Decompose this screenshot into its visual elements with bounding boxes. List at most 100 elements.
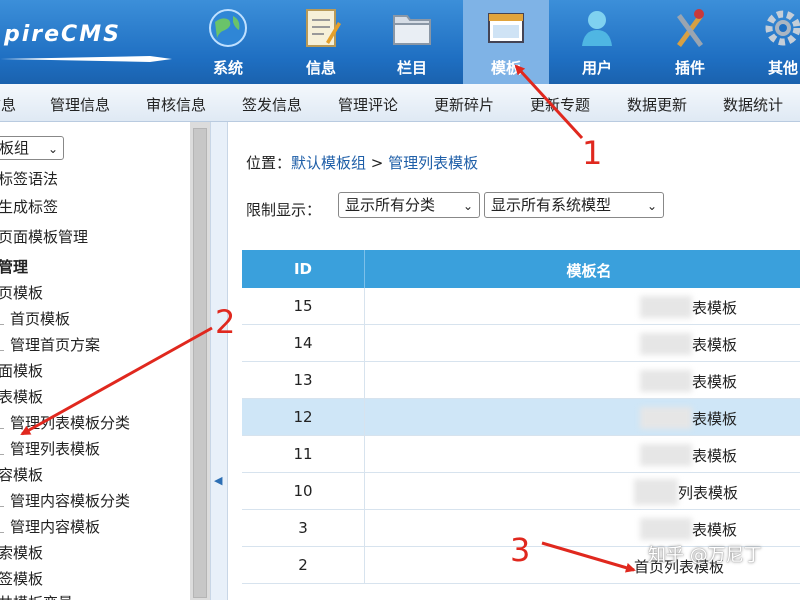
submenu-item[interactable]: 管理评论 xyxy=(338,94,398,115)
column-divider xyxy=(364,473,365,510)
column-divider xyxy=(364,325,365,362)
breadcrumb-link-template-group[interactable]: 默认模板组 xyxy=(291,154,366,172)
redacted-text xyxy=(640,370,692,392)
column-header-id[interactable]: ID xyxy=(242,260,364,278)
sidebar-subitem-label: 管理列表模板分类 xyxy=(10,414,131,432)
row-template-name[interactable]: 表模板 xyxy=(692,297,737,318)
row-id: 3 xyxy=(298,519,308,537)
nav-column[interactable]: 栏目 xyxy=(369,0,455,84)
folder-icon xyxy=(393,15,431,45)
breadcrumb-link-list-templates[interactable]: 管理列表模板 xyxy=(388,154,478,172)
sidebar-item[interactable]: 标签语法 xyxy=(0,168,58,189)
submenu-item[interactable]: 信息 xyxy=(0,94,16,115)
sidebar-item[interactable]: 页面模板管理 xyxy=(0,226,88,247)
submenu-item[interactable]: 更新专题 xyxy=(530,94,590,115)
row-template-name[interactable]: 表模板 xyxy=(692,519,737,540)
column-header-name[interactable]: 模板名 xyxy=(364,260,800,281)
gear-icon xyxy=(765,10,800,46)
sidebar-item[interactable]: 面模板 xyxy=(0,360,43,381)
column-divider xyxy=(364,436,365,473)
model-filter-value: 显示所有系统模型 xyxy=(491,196,612,214)
watermark: 知乎 @万尼丁 xyxy=(648,545,762,566)
nav-column-label: 栏目 xyxy=(396,59,427,77)
chevron-down-icon: ⌄ xyxy=(462,199,473,213)
sidebar-subitem-label: 管理内容模板分类 xyxy=(10,492,131,510)
table-row[interactable]: 11 表模板 xyxy=(242,436,800,473)
sidebar-item[interactable]: 签模板 xyxy=(0,568,43,589)
row-id: 13 xyxy=(293,371,313,389)
collapse-left-icon[interactable]: ◀ xyxy=(214,474,222,487)
sidebar-subitem-label: 管理首页方案 xyxy=(10,336,101,354)
sidebar-item[interactable]: 表模板 xyxy=(0,386,43,407)
row-template-name[interactable]: 表模板 xyxy=(692,408,737,429)
redacted-text xyxy=(640,333,692,355)
model-filter-select[interactable]: 显示所有系统模型 ⌄ xyxy=(484,192,664,218)
table-row[interactable]: 14 表模板 xyxy=(242,325,800,362)
submenu-item[interactable]: 数据统计 xyxy=(723,94,783,115)
nav-plugin-label: 插件 xyxy=(674,59,705,77)
sidebar-scrollbar-thumb[interactable] xyxy=(193,128,207,598)
redacted-text xyxy=(640,444,692,466)
table-row-highlighted[interactable]: 12 表模板 xyxy=(242,399,800,436)
row-id: 14 xyxy=(293,334,313,352)
sidebar-item[interactable]: 索模板 xyxy=(0,542,43,563)
sidebar-item[interactable]: 共模板变量 xyxy=(0,592,73,600)
redacted-text xyxy=(634,479,678,505)
cms-admin-window: pireCMS 系统 信息 栏目 模板 用户 插件 其他 息 管理信息 审核信息… xyxy=(0,0,800,600)
tree-branch-icon xyxy=(0,415,4,429)
submenu-item[interactable]: 管理信息 xyxy=(50,94,110,115)
sidebar-subitem[interactable]: 管理内容模板分类 xyxy=(0,490,130,511)
panel-splitter[interactable] xyxy=(210,122,228,600)
template-group-select[interactable]: 板组 ⌄ xyxy=(0,136,64,160)
column-divider xyxy=(364,547,365,584)
nav-other[interactable]: 其他 xyxy=(740,0,800,84)
submenu-item[interactable]: 签发信息 xyxy=(242,94,302,115)
sidebar-subitem-label: 管理列表模板 xyxy=(10,440,101,458)
submenu-item[interactable]: 审核信息 xyxy=(146,94,206,115)
table-row[interactable]: 10 列表模板 xyxy=(242,473,800,510)
redacted-text xyxy=(640,296,692,318)
chevron-down-icon: ⌄ xyxy=(47,142,58,156)
row-template-name[interactable]: 表模板 xyxy=(692,371,737,392)
row-id: 11 xyxy=(293,445,313,463)
sidebar-subitem[interactable]: 首页模板 xyxy=(0,308,70,329)
main-content: 位置：默认模板组 > 管理列表模板 限制显示： 显示所有分类 ⌄ 显示所有系统模… xyxy=(228,122,800,600)
row-template-name[interactable]: 列表模板 xyxy=(678,482,738,503)
nav-user[interactable]: 用户 xyxy=(554,0,640,84)
tree-branch-icon xyxy=(0,519,4,533)
sidebar-subitem[interactable]: 管理首页方案 xyxy=(0,334,100,355)
chevron-down-icon: ⌄ xyxy=(646,199,657,213)
row-id: 10 xyxy=(293,482,313,500)
table-row[interactable]: 15 表模板 xyxy=(242,288,800,325)
nav-template[interactable]: 模板 xyxy=(463,0,549,84)
redacted-text xyxy=(640,407,692,429)
sidebar-subitem-label: 管理内容模板 xyxy=(10,518,101,536)
nav-plugin[interactable]: 插件 xyxy=(647,0,733,84)
tools-icon xyxy=(677,9,704,47)
row-id: 2 xyxy=(298,556,308,574)
row-template-name[interactable]: 表模板 xyxy=(692,445,737,466)
annotation-number-3: 3 xyxy=(510,531,531,569)
redacted-text xyxy=(640,518,692,540)
sidebar-subitem[interactable]: 管理列表模板分类 xyxy=(0,412,130,433)
nav-system[interactable]: 系统 xyxy=(185,0,271,84)
table-row[interactable]: 13 表模板 xyxy=(242,362,800,399)
sidebar-subitem-label: 首页模板 xyxy=(10,310,71,328)
filter-label: 限制显示： xyxy=(246,201,322,219)
column-divider xyxy=(364,288,365,325)
category-filter-select[interactable]: 显示所有分类 ⌄ xyxy=(338,192,480,218)
tree-branch-icon xyxy=(0,311,4,325)
row-id: 12 xyxy=(293,408,313,426)
sidebar-section-heading: 管理 xyxy=(0,258,29,276)
sidebar-subitem-manage-list-template[interactable]: 管理列表模板 xyxy=(0,438,100,459)
sidebar-item[interactable]: 页模板 xyxy=(0,282,43,303)
nav-info[interactable]: 信息 xyxy=(278,0,364,84)
row-template-name[interactable]: 表模板 xyxy=(692,334,737,355)
submenu-item[interactable]: 更新碎片 xyxy=(434,94,494,115)
sidebar-subitem[interactable]: 管理内容模板 xyxy=(0,516,100,537)
sidebar-item[interactable]: 生成标签 xyxy=(0,196,58,217)
sidebar-item[interactable]: 容模板 xyxy=(0,464,43,485)
column-divider xyxy=(364,399,365,436)
submenu-item[interactable]: 数据更新 xyxy=(627,94,687,115)
nav-template-label: 模板 xyxy=(490,59,521,77)
